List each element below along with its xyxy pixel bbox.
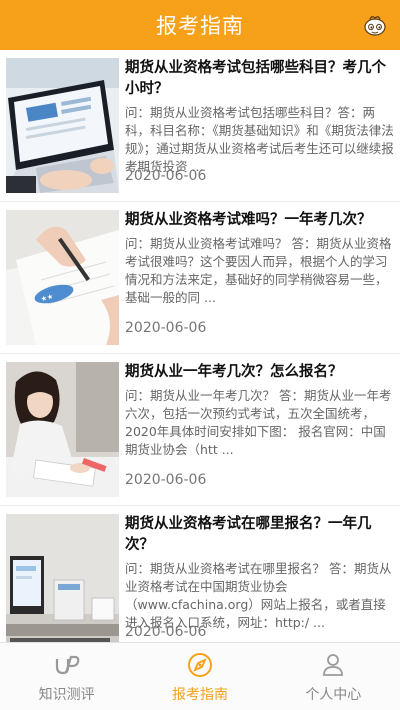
article-item[interactable]: 期货从业资格考试包括哪些科目？考几个小时？ 问：期货从业资格考试包括哪些科目？答… [0, 50, 400, 202]
tab-knowledge-test[interactable]: 知识测评 [0, 643, 133, 710]
tab-personal-center[interactable]: 个人中心 [267, 643, 400, 710]
article-summary: 问：期货从业资格考试难吗？ 答：期货从业资格考试很难吗？这个要因人而异，根据个人… [125, 236, 392, 305]
robot-icon[interactable] [362, 12, 388, 38]
article-info: 期货从业资格考试包括哪些科目？考几个小时？ 问：期货从业资格考试包括哪些科目？答… [125, 58, 397, 176]
article-date: 2020-06-06 [125, 472, 207, 488]
student-photo-icon [6, 362, 119, 497]
tab-label: 报考指南 [171, 687, 228, 703]
article-list: 期货从业资格考试包括哪些科目？考几个小时？ 问：期货从业资格考试包括哪些科目？答… [0, 50, 400, 642]
article-item[interactable]: 期货从业资格考试在哪里报名？一年几次？ 问：期货从业资格考试在哪里报名？ 答：期… [0, 506, 400, 642]
article-thumbnail [6, 362, 119, 497]
article-thumbnail [6, 514, 119, 642]
article-date: 2020-06-06 [125, 168, 207, 184]
article-summary: 问：期货从业资格考试包括哪些科目？答：两科，科目名称：《期货基础知识》和《期货法… [125, 105, 394, 174]
article-title[interactable]: 期货从业一年考几次？怎么报名？ [125, 362, 397, 383]
app-header: 报考指南 [0, 0, 400, 50]
article-summary: 问：期货从业一年考几次？ 答：期货从业一年考六次，包括一次预约式考试，五次全国统… [125, 388, 392, 457]
computer-photo-icon [6, 514, 119, 642]
article-info: 期货从业一年考几次？怎么报名？ 问：期货从业一年考几次？ 答：期货从业一年考六次… [125, 362, 397, 459]
article-date: 2020-06-06 [125, 624, 207, 640]
article-title[interactable]: 期货从业资格考试包括哪些科目？考几个小时？ [125, 58, 397, 100]
article-thumbnail [6, 58, 119, 193]
article-item[interactable]: ★★ 期货从业资格考试难吗？一年考几次？ 问：期货从业资格考试难吗？ 答：期货从… [0, 202, 400, 354]
article-info: 期货从业资格考试在哪里报名？一年几次？ 问：期货从业资格考试在哪里报名？ 答：期… [125, 514, 397, 632]
article-summary: 问：期货从业资格考试在哪里报名？ 答：期货从业资格考试在中国期货业协会（www.… [125, 561, 392, 630]
article-title[interactable]: 期货从业资格考试在哪里报名？一年几次？ [125, 514, 397, 556]
page-title: 报考指南 [156, 14, 244, 38]
writing-photo-icon: ★★ [6, 210, 119, 345]
laptop-photo-icon [6, 58, 119, 193]
tab-exam-guide[interactable]: 报考指南 [133, 643, 266, 710]
article-thumbnail: ★★ [6, 210, 119, 345]
user-icon [323, 654, 344, 676]
article-info: 期货从业资格考试难吗？一年考几次？ 问：期货从业资格考试难吗？ 答：期货从业资格… [125, 210, 397, 307]
tab-label: 知识测评 [38, 687, 95, 703]
up-logo-icon [55, 655, 79, 675]
article-title[interactable]: 期货从业资格考试难吗？一年考几次？ [125, 210, 397, 231]
compass-icon [187, 653, 212, 677]
article-item[interactable]: 期货从业一年考几次？怎么报名？ 问：期货从业一年考几次？ 答：期货从业一年考六次… [0, 354, 400, 506]
bottom-tab-bar: 知识测评 报考指南 个人中心 [0, 642, 400, 710]
tab-label: 个人中心 [305, 687, 362, 703]
article-date: 2020-06-06 [125, 320, 207, 336]
